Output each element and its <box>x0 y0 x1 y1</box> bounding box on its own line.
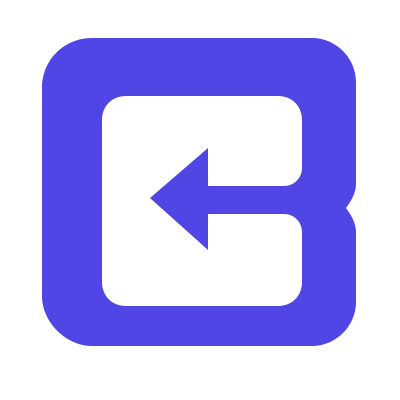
app-icon-canvas <box>0 0 400 400</box>
exit-arrow-logo-icon <box>0 0 400 400</box>
